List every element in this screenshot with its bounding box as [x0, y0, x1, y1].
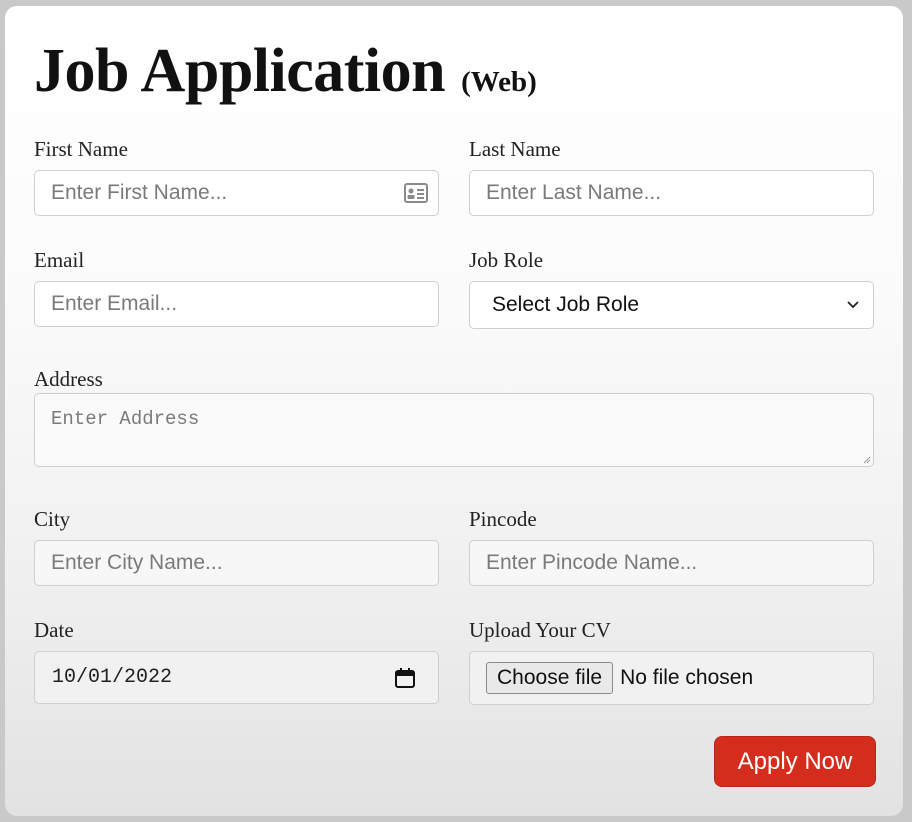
apply-now-button[interactable]: Apply Now: [714, 736, 876, 787]
first-name-label: First Name: [34, 137, 128, 161]
first-name-input[interactable]: Enter First Name...: [34, 170, 439, 216]
date-value: 10/01/2022: [52, 666, 173, 689]
last-name-label: Last Name: [469, 137, 561, 161]
job-role-label: Job Role: [469, 248, 544, 272]
pincode-label: Pincode: [469, 507, 537, 531]
cv-file-input[interactable]: Choose file No file chosen: [469, 651, 874, 705]
address-label: Address: [34, 367, 103, 391]
date-label: Date: [34, 618, 74, 642]
job-role-select[interactable]: Select Job Role: [469, 281, 874, 329]
page-title: Job Application: [34, 37, 446, 105]
contact-card-icon[interactable]: [404, 183, 428, 203]
cv-label: Upload Your CV: [469, 618, 611, 642]
last-name-input[interactable]: Enter Last Name...: [469, 170, 874, 216]
resize-handle-icon[interactable]: [863, 456, 871, 464]
choose-file-button[interactable]: Choose file: [486, 662, 614, 694]
city-placeholder: Enter City Name...: [51, 551, 223, 574]
chevron-down-icon: [847, 301, 859, 309]
date-input[interactable]: 10/01/2022: [34, 651, 439, 704]
city-input[interactable]: Enter City Name...: [34, 540, 439, 586]
email-input[interactable]: Enter Email...: [34, 281, 439, 327]
email-label: Email: [34, 248, 85, 272]
pincode-input[interactable]: Enter Pincode Name...: [469, 540, 874, 586]
file-status: No file chosen: [620, 666, 754, 689]
first-name-placeholder: Enter First Name...: [51, 181, 228, 204]
job-role-selected: Select Job Role: [492, 293, 640, 316]
form-card: Job Application (Web) First Name Enter F…: [5, 6, 903, 816]
city-label: City: [34, 507, 71, 531]
address-placeholder: Enter Address: [51, 408, 200, 430]
pincode-placeholder: Enter Pincode Name...: [486, 551, 698, 574]
email-placeholder: Enter Email...: [51, 292, 178, 315]
last-name-placeholder: Enter Last Name...: [486, 181, 662, 204]
calendar-icon[interactable]: [394, 667, 416, 689]
title-row: Job Application (Web): [34, 40, 537, 102]
page-subtitle: (Web): [461, 66, 537, 98]
address-textarea[interactable]: Enter Address: [34, 393, 874, 467]
